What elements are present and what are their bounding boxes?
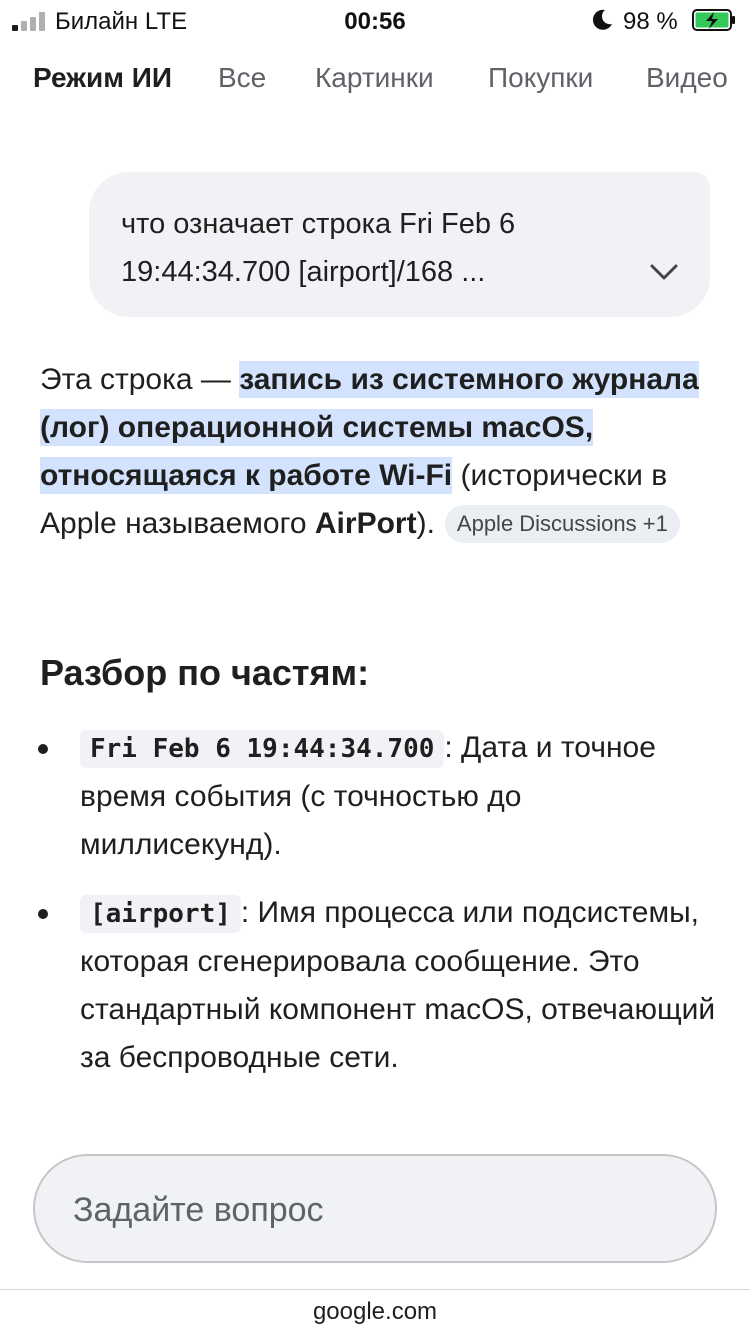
bullet-icon	[38, 909, 48, 919]
tab-all[interactable]: Все	[218, 62, 266, 94]
list-item: Fri Feb 6 19:44:34.700: Дата и точное вр…	[0, 724, 720, 869]
moon-icon	[592, 9, 612, 30]
url-label: google.com	[312, 1298, 438, 1325]
section-heading: Разбор по частям:	[40, 652, 370, 693]
query-line-2: 19:44:34.700 [airport]/168 ...	[121, 256, 486, 288]
breakdown-list: Fri Feb 6 19:44:34.700: Дата и точное вр…	[0, 724, 750, 1102]
query-line-1: что означает строка Fri Feb 6	[121, 208, 516, 240]
chevron-down-icon[interactable]	[647, 260, 681, 284]
answer-bold-term: AirPort	[314, 507, 417, 540]
answer-intro: Эта строка —	[40, 363, 240, 396]
list-item: [airport]: Имя процесса или подсистемы, …	[0, 889, 720, 1082]
inline-code: [airport]	[80, 895, 241, 933]
bullet-icon	[38, 744, 48, 754]
user-query-text: что означает строка Fri Feb 6 19:44:34.7…	[121, 200, 621, 296]
answer-end: ).	[416, 507, 435, 540]
ask-input[interactable]	[73, 1186, 673, 1234]
inline-code: Fri Feb 6 19:44:34.700	[80, 730, 445, 768]
battery-percent: 98 %	[623, 8, 678, 35]
user-query-bubble[interactable]: что означает строка Fri Feb 6 19:44:34.7…	[89, 172, 710, 317]
tab-images[interactable]: Картинки	[315, 62, 434, 94]
source-chip[interactable]: Apple Discussions +1	[444, 505, 680, 543]
battery-charging-icon	[692, 9, 735, 31]
footer-divider	[0, 1289, 750, 1290]
ask-box[interactable]	[33, 1154, 717, 1263]
ai-answer-paragraph: Эта строка — запись из системного журнал…	[40, 356, 710, 548]
tab-shopping[interactable]: Покупки	[488, 62, 593, 94]
tab-ai-mode[interactable]: Режим ИИ	[33, 62, 172, 94]
tab-videos[interactable]: Видео	[646, 62, 728, 94]
search-tabs: Режим ИИ Все Картинки Покупки Видео	[0, 62, 750, 112]
status-bar: Билайн LTE 00:56 98 %	[0, 0, 750, 42]
